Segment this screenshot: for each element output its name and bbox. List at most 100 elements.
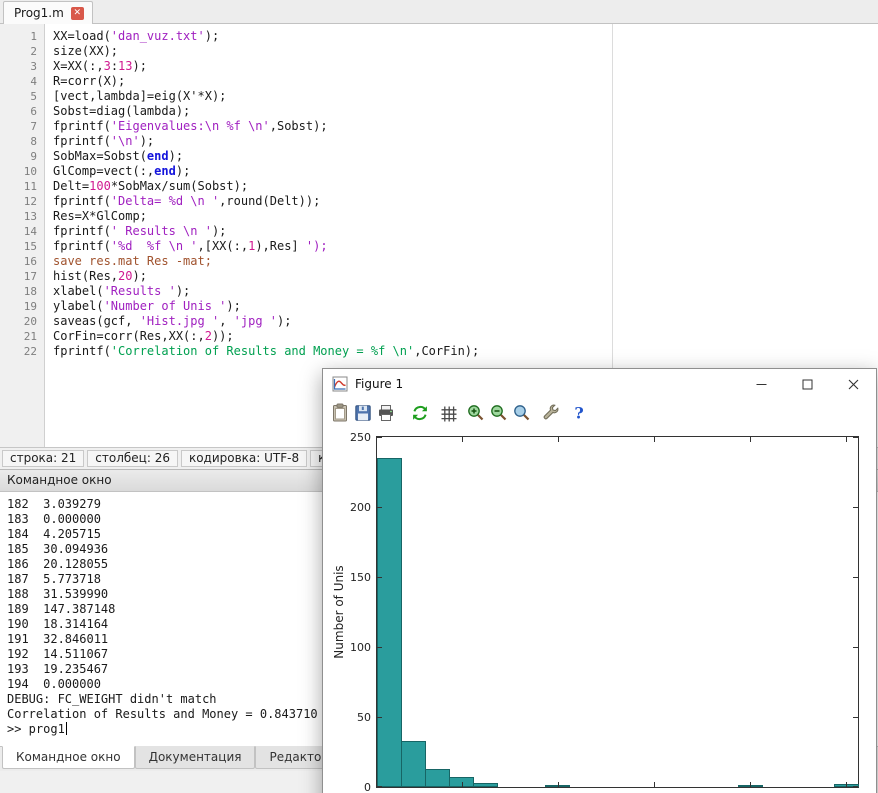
- minimize-button[interactable]: [738, 369, 784, 399]
- line-number: 6: [0, 104, 44, 119]
- figure-window[interactable]: Figure 1 ? Number of Unis 05010015020025…: [322, 368, 877, 793]
- y-tick-mark: [853, 507, 858, 508]
- x-tick-mark: [654, 437, 655, 442]
- line-number: 12: [0, 194, 44, 209]
- code-line: X=XX(:,3:13);: [53, 59, 878, 74]
- x-tick-mark: [462, 782, 463, 787]
- y-tick-mark: [853, 717, 858, 718]
- svg-text:?: ?: [574, 404, 583, 423]
- code-line: Sobst=diag(lambda);: [53, 104, 878, 119]
- y-tick-label: 150: [338, 571, 371, 584]
- line-number: 18: [0, 284, 44, 299]
- code-line: size(XX);: [53, 44, 878, 59]
- line-number: 19: [0, 299, 44, 314]
- zoom-out-icon[interactable]: [489, 403, 509, 423]
- line-number: 8: [0, 134, 44, 149]
- grid-icon[interactable]: [439, 403, 459, 423]
- line-number: 22: [0, 344, 44, 359]
- line-number: 9: [0, 149, 44, 164]
- code-line: Delt=100*SobMax/sum(Sobst);: [53, 179, 878, 194]
- code-line: fprintf('\n');: [53, 134, 878, 149]
- y-tick-label: 0: [338, 781, 371, 793]
- code-line: R=corr(X);: [53, 74, 878, 89]
- code-line: ylabel('Number of Unis ');: [53, 299, 878, 314]
- panel-tab[interactable]: Документация: [135, 746, 256, 769]
- x-tick-mark: [750, 782, 751, 787]
- window-controls: [738, 369, 876, 399]
- code-line: [vect,lambda]=eig(X'*X);: [53, 89, 878, 104]
- line-number: 5: [0, 89, 44, 104]
- status-cell: кодировка: UTF-8: [181, 450, 307, 467]
- refresh-icon[interactable]: [410, 403, 430, 423]
- y-tick-mark: [377, 786, 382, 787]
- code-line: xlabel('Results ');: [53, 284, 878, 299]
- y-tick-mark: [377, 577, 382, 578]
- plot-axes: 050100150200250: [376, 436, 859, 788]
- y-tick-label: 200: [338, 501, 371, 514]
- y-tick-label: 50: [338, 711, 371, 724]
- status-cell: строка: 21: [2, 450, 84, 467]
- line-number: 17: [0, 269, 44, 284]
- line-number: 13: [0, 209, 44, 224]
- code-line: saveas(gcf, 'Hist.jpg ', 'jpg ');: [53, 314, 878, 329]
- figure-app-icon: [332, 376, 348, 392]
- zoom-in-icon[interactable]: [466, 403, 486, 423]
- x-tick-mark: [750, 437, 751, 442]
- y-tick-label: 250: [338, 431, 371, 444]
- figure-toolbar: ?: [323, 399, 876, 427]
- line-number: 21: [0, 329, 44, 344]
- code-line: fprintf('Eigenvalues:\n %f \n',Sobst);: [53, 119, 878, 134]
- y-tick-mark: [377, 507, 382, 508]
- tools-icon[interactable]: [541, 403, 561, 423]
- help-icon[interactable]: ?: [569, 403, 589, 423]
- x-tick-mark: [462, 437, 463, 442]
- code-line: fprintf('Correlation of Results and Mone…: [53, 344, 878, 359]
- y-tick-mark: [377, 717, 382, 718]
- editor-tab-prog1[interactable]: Prog1.m ✕: [3, 1, 93, 24]
- code-line: CorFin=corr(Res,XX(:,2));: [53, 329, 878, 344]
- code-line: hist(Res,20);: [53, 269, 878, 284]
- zoom-reset-icon[interactable]: [512, 403, 532, 423]
- close-button[interactable]: [830, 369, 876, 399]
- y-tick-mark: [853, 437, 858, 438]
- command-window-title: Командное окно: [7, 473, 112, 487]
- code-line: GlComp=vect(:,end);: [53, 164, 878, 179]
- clipboard-icon[interactable]: [330, 403, 350, 423]
- y-tick-label: 100: [338, 641, 371, 654]
- code-line: fprintf('%d %f \n ',[XX(:,1),Res] ');: [53, 239, 878, 254]
- histogram-bar: [425, 769, 450, 787]
- save-icon[interactable]: [353, 403, 373, 423]
- tab-close-icon[interactable]: ✕: [71, 7, 84, 20]
- line-number: 10: [0, 164, 44, 179]
- command-prompt: >> prog1: [7, 722, 65, 736]
- x-tick-mark: [846, 782, 847, 787]
- figure-canvas: Number of Unis 050100150200250: [323, 427, 876, 793]
- line-number: 1: [0, 29, 44, 44]
- x-tick-mark: [654, 782, 655, 787]
- histogram-bar: [401, 741, 426, 787]
- code-line: Res=X*GlComp;: [53, 209, 878, 224]
- histogram-bar: [473, 783, 498, 787]
- y-tick-mark: [853, 786, 858, 787]
- code-line: save res.mat Res -mat;: [53, 254, 878, 269]
- y-tick-mark: [853, 577, 858, 578]
- code-line: fprintf(' Results \n ');: [53, 224, 878, 239]
- x-tick-mark: [558, 437, 559, 442]
- line-number-gutter: 12345678910111213141516171819202122: [0, 24, 45, 447]
- maximize-button[interactable]: [784, 369, 830, 399]
- line-number: 15: [0, 239, 44, 254]
- figure-title-bar[interactable]: Figure 1: [323, 369, 876, 399]
- print-icon[interactable]: [376, 403, 396, 423]
- y-tick-mark: [853, 647, 858, 648]
- line-number: 7: [0, 119, 44, 134]
- code-line: fprintf('Delta= %d \n ',round(Delt));: [53, 194, 878, 209]
- panel-tab[interactable]: Командное окно: [2, 746, 135, 769]
- code-line: SobMax=Sobst(end);: [53, 149, 878, 164]
- code-line: XX=load('dan_vuz.txt');: [53, 29, 878, 44]
- line-number: 3: [0, 59, 44, 74]
- editor-tab-label: Prog1.m: [14, 6, 64, 20]
- line-number: 11: [0, 179, 44, 194]
- y-tick-mark: [377, 647, 382, 648]
- x-tick-mark: [846, 437, 847, 442]
- octave-ide-screen: Prog1.m ✕ 123456789101112131415161718192…: [0, 0, 878, 793]
